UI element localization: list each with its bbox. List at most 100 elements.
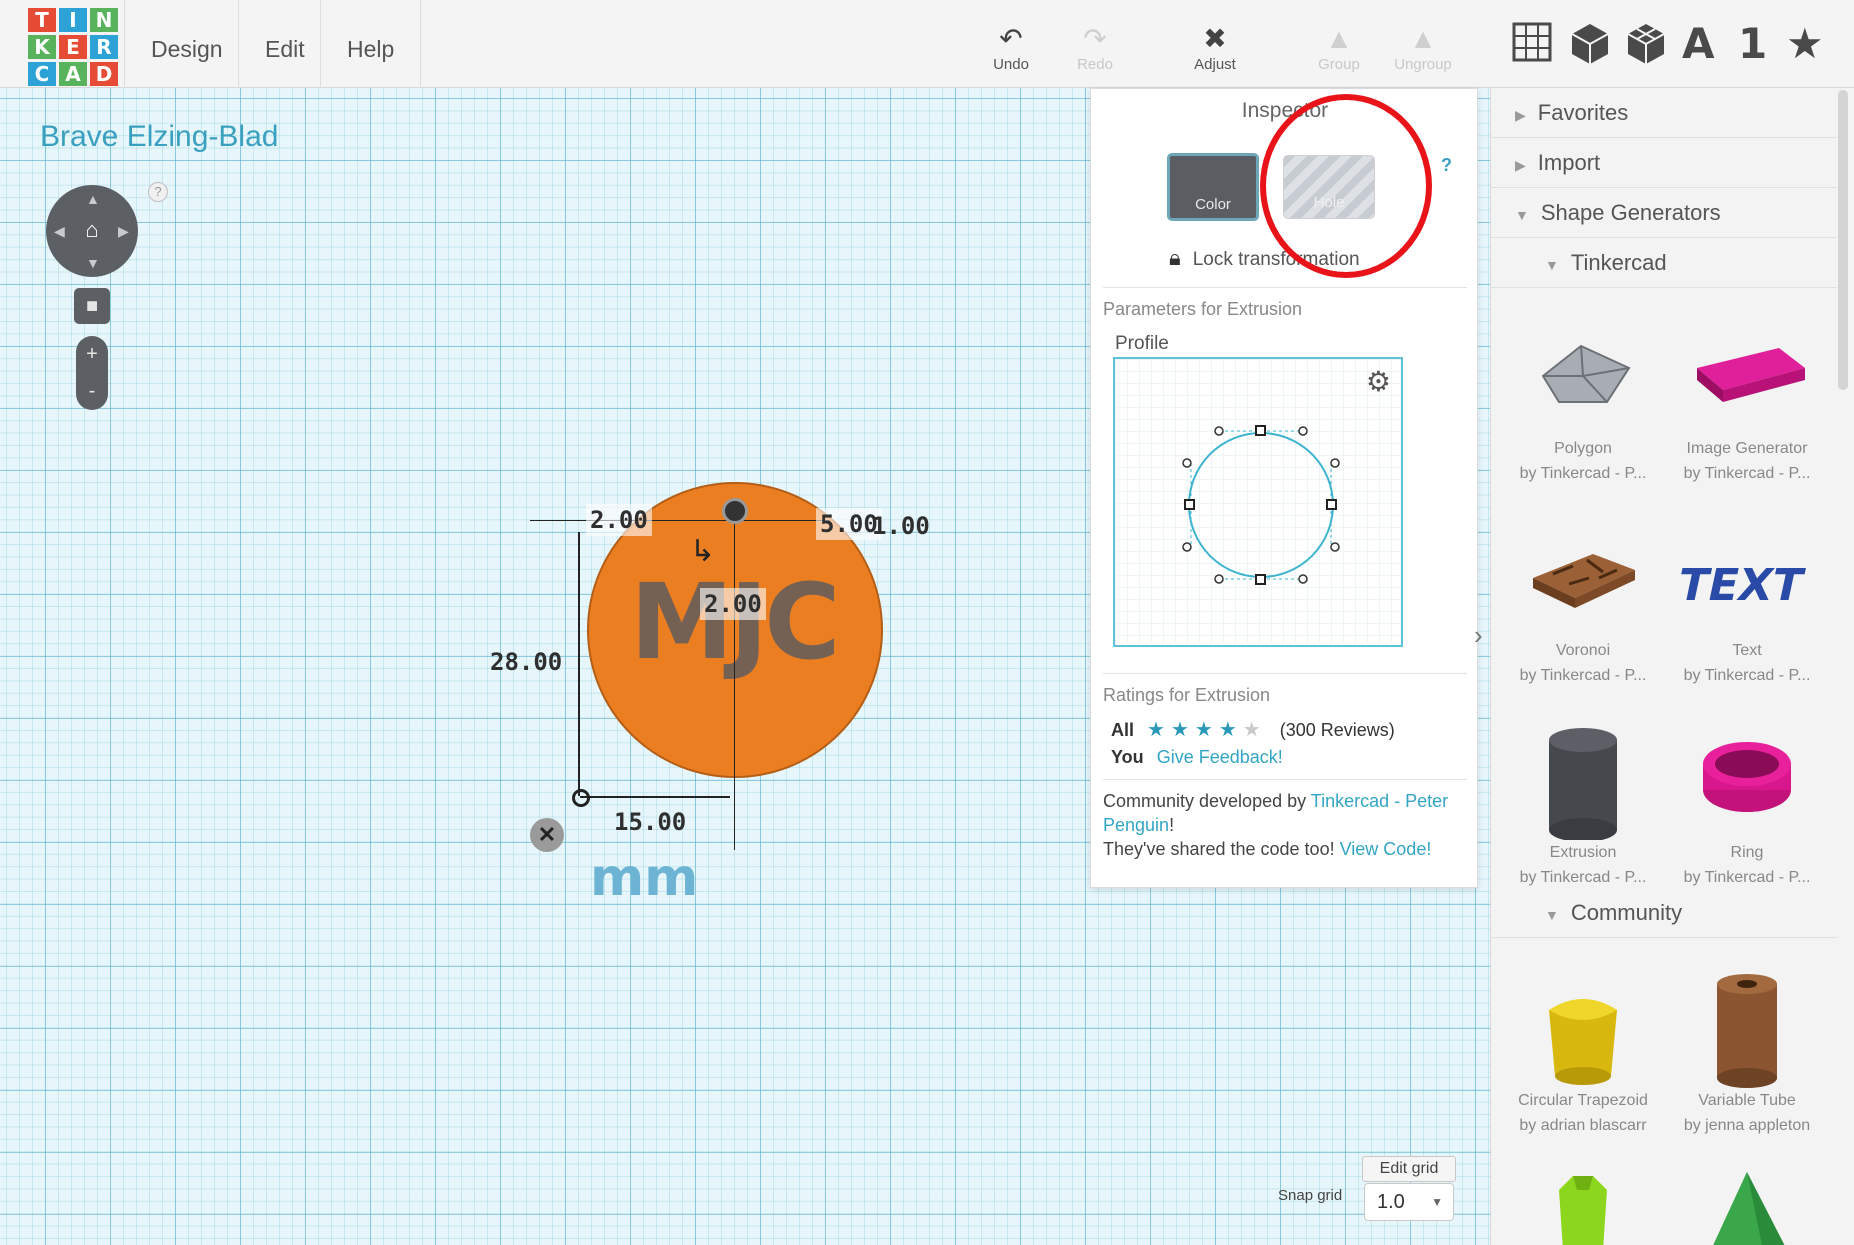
community-text: Community developed by	[1103, 791, 1307, 811]
arrow-left-icon[interactable]: ◀	[54, 223, 65, 240]
shape-author: by adrian blascarr	[1519, 1117, 1647, 1134]
star-empty-icon: ★	[1242, 719, 1267, 741]
favorites-label: Favorites	[1537, 100, 1629, 125]
tinkercad-logo[interactable]: T I N K E R C A D	[28, 8, 124, 96]
shape-text[interactable]: TEXT Text by Tinkercad - P...	[1667, 508, 1827, 688]
adjust-button[interactable]: ✖ Adjust	[1170, 22, 1260, 73]
zoom-in-icon[interactable]: +	[76, 336, 108, 373]
shape-generators-label: Shape Generators	[1540, 200, 1721, 225]
arrow-down-icon[interactable]: ▼	[86, 255, 100, 271]
star-rating: ★★★★★	[1147, 719, 1267, 741]
shape-name: Variable Tube	[1698, 1092, 1796, 1109]
dim-top-offset[interactable]: 2.00	[586, 504, 652, 536]
parameters-heading: Parameters for Extrusion	[1103, 299, 1303, 319]
menu-help[interactable]: Help	[320, 0, 422, 88]
arrow-up-icon[interactable]: ▲	[86, 191, 100, 207]
shape-author: by Tinkercad - P...	[1519, 465, 1647, 482]
redo-icon: ↷	[1083, 23, 1107, 54]
shape-partial-green-2[interactable]	[1667, 1170, 1827, 1245]
shape-extrusion[interactable]: Extrusion by Tinkercad - P...	[1503, 710, 1663, 890]
dim-height[interactable]: 28.00	[490, 648, 562, 676]
triangle-down-icon: ▼	[1545, 257, 1559, 273]
give-feedback-link[interactable]: Give Feedback!	[1157, 747, 1283, 767]
undo-button[interactable]: ↶ Undo	[966, 22, 1056, 73]
text-thumbnail: TEXT	[1667, 508, 1827, 638]
fit-view-cube-icon[interactable]: ■	[74, 288, 110, 324]
triangle-down-icon: ▼	[1545, 907, 1559, 923]
ungroup-icon: ▲	[1409, 23, 1437, 54]
tinkercad-label: Tinkercad	[1570, 250, 1667, 275]
favorites-section[interactable]: ▶ Favorites	[1491, 88, 1837, 138]
panel-scrollbar[interactable]	[1838, 90, 1848, 390]
origin-marker	[572, 789, 590, 807]
menu-design[interactable]: Design	[124, 0, 249, 88]
triangle-right-icon: ▶	[1515, 107, 1526, 123]
number-shape-icon[interactable]: 1	[1738, 18, 1767, 70]
shape-author: by Tinkercad - P...	[1683, 465, 1811, 482]
solid-cube-icon[interactable]	[1570, 22, 1610, 78]
shape-voronoi[interactable]: Voronoi by Tinkercad - P...	[1503, 508, 1663, 688]
shape-name: Circular Trapezoid	[1518, 1092, 1648, 1109]
variable-tube-thumbnail	[1667, 958, 1827, 1088]
logo-letter: T	[28, 8, 56, 32]
shape-polygon[interactable]: Polygon by Tinkercad - P...	[1503, 306, 1663, 486]
tinkercad-section[interactable]: ▼ Tinkercad	[1491, 238, 1837, 288]
shape-ring[interactable]: Ring by Tinkercad - P...	[1667, 710, 1827, 890]
exclamation: !	[1169, 815, 1175, 835]
menu-edit[interactable]: Edit	[238, 0, 331, 88]
rating-row: All ★★★★★ (300 Reviews)	[1111, 717, 1395, 742]
ungroup-button[interactable]: ▲ Ungroup	[1378, 22, 1468, 73]
highlight-annotation	[1260, 94, 1432, 278]
profile-editor[interactable]: ⚙	[1113, 357, 1403, 647]
close-icon[interactable]: ✕	[530, 818, 564, 852]
shape-circular-trapezoid[interactable]: Circular Trapezoid by adrian blascarr	[1503, 958, 1663, 1138]
tinkercad-app: T I N K E R C A D Design Edit Help ↶ Und…	[0, 0, 1854, 1245]
import-section[interactable]: ▶ Import	[1491, 138, 1837, 188]
arrow-right-icon[interactable]: ▶	[118, 223, 129, 240]
rotate-arrow-icon[interactable]: ↳	[690, 534, 715, 569]
redo-button[interactable]: ↷ Redo	[1050, 22, 1140, 73]
edit-grid-button[interactable]: Edit grid	[1362, 1156, 1456, 1182]
ratings-heading: Ratings for Extrusion	[1103, 685, 1271, 705]
snap-grid-label: Snap grid	[1278, 1187, 1343, 1204]
dim-right-edge[interactable]: 1.00	[872, 512, 930, 540]
home-icon[interactable]: ⌂	[78, 216, 106, 244]
shape-image-generator[interactable]: Image Generator by Tinkercad - P...	[1667, 306, 1827, 486]
community-section[interactable]: ▼ Community	[1491, 888, 1837, 938]
shared-text: They've shared the code too!	[1103, 839, 1335, 859]
image-generator-thumbnail	[1667, 306, 1827, 436]
dim-width[interactable]: 15.00	[614, 808, 686, 836]
height-dimension-line	[578, 532, 580, 796]
view-code-link[interactable]: View Code!	[1340, 839, 1432, 859]
zoom-out-icon[interactable]: -	[76, 373, 108, 410]
shape-partial-green-1[interactable]	[1503, 1170, 1663, 1245]
ungroup-label: Ungroup	[1394, 56, 1452, 73]
rotate-handle[interactable]	[722, 498, 748, 524]
profile-label: Profile	[1115, 333, 1169, 354]
shape-name: Text	[1732, 642, 1762, 659]
group-button[interactable]: ▲ Group	[1294, 22, 1384, 73]
text-shape-icon[interactable]: A	[1682, 18, 1715, 70]
snap-grid-value: 1.0	[1377, 1191, 1405, 1213]
profile-circle[interactable]	[1115, 359, 1405, 649]
logo-letter: I	[59, 8, 87, 32]
shape-variable-tube[interactable]: Variable Tube by jenna appleton	[1667, 958, 1827, 1138]
dim-center[interactable]: 2.00	[700, 588, 766, 620]
help-icon[interactable]: ?	[148, 182, 168, 202]
shape-generators-section[interactable]: ▼ Shape Generators	[1491, 188, 1837, 238]
inspector-help-link[interactable]: ?	[1441, 155, 1452, 176]
redo-label: Redo	[1077, 56, 1113, 73]
wire-cube-icon[interactable]	[1626, 22, 1666, 78]
design-title[interactable]: Brave Elzing-Blad	[40, 120, 278, 154]
divider	[1103, 287, 1467, 288]
adjust-icon: ✖	[1203, 23, 1227, 54]
shape-name: Voronoi	[1555, 642, 1611, 659]
color-button[interactable]: Color	[1167, 153, 1259, 221]
zoom-control: + -	[76, 336, 108, 410]
star-icon[interactable]: ★	[1786, 18, 1824, 70]
community-credit: Community developed by Tinkercad - Peter…	[1103, 789, 1463, 861]
logo-letter: E	[59, 35, 87, 59]
shape-author: by Tinkercad - P...	[1683, 869, 1811, 886]
grid-view-icon[interactable]	[1512, 22, 1552, 74]
snap-grid-select[interactable]: 1.0 ▼	[1364, 1183, 1454, 1221]
